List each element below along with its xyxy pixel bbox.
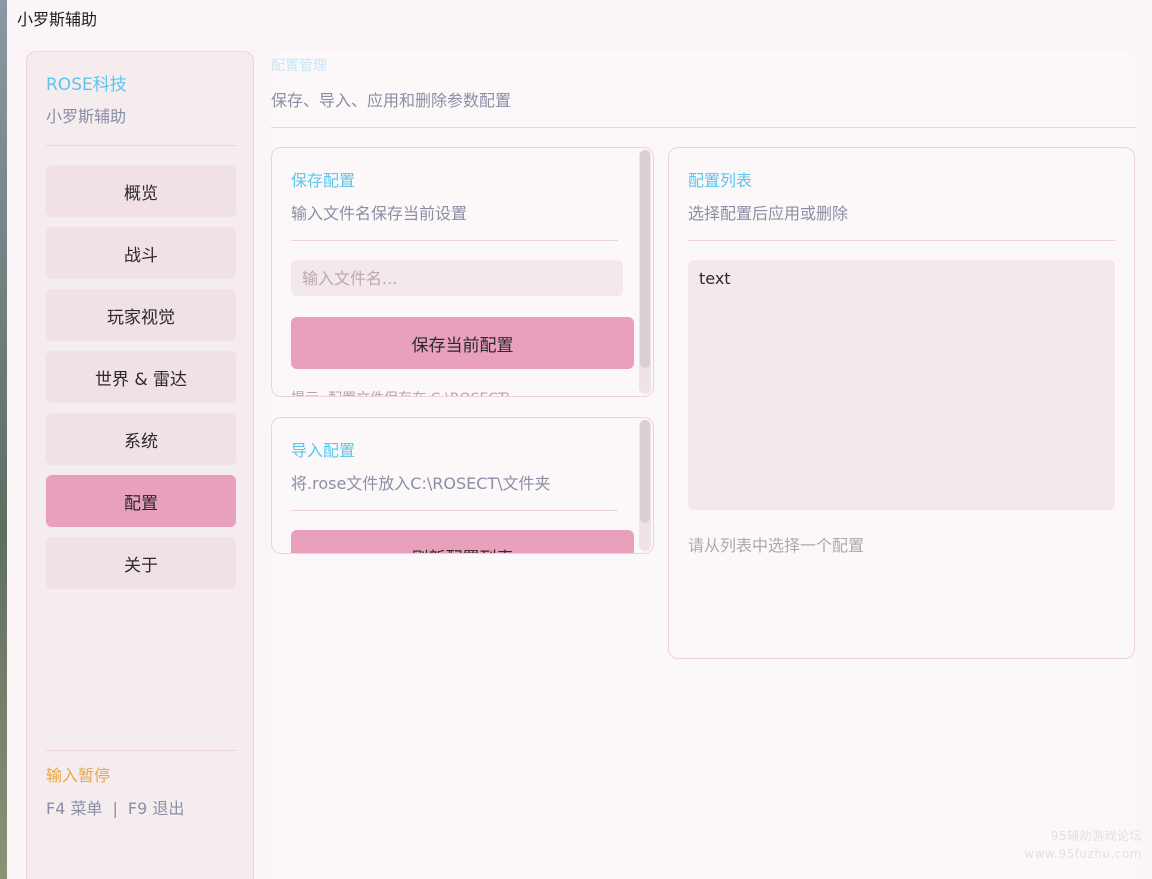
- brand-subtitle: 小罗斯辅助: [46, 107, 127, 126]
- filename-input[interactable]: [291, 260, 623, 296]
- card-divider: [291, 510, 618, 511]
- nav-combat[interactable]: 战斗: [46, 227, 236, 279]
- import-card-scrollbar[interactable]: [639, 420, 651, 551]
- save-config-subtitle: 输入文件名保存当前设置: [291, 204, 468, 223]
- config-list-card: 配置列表 选择配置后应用或删除 text 请从列表中选择一个配置: [668, 147, 1135, 659]
- title-bar[interactable]: 小罗斯辅助: [7, 0, 1152, 34]
- shortcut-hints: F4 菜单 | F9 退出: [46, 795, 184, 819]
- save-config-card: 保存配置 输入文件名保存当前设置 保存当前配置 提示: 配置文件保存在 C:\R…: [271, 147, 654, 397]
- save-config-title: 保存配置: [291, 171, 356, 190]
- sidebar: ROSE科技 小罗斯辅助 概览 战斗 玩家视觉 世界 & 雷达 系统 配置 关于…: [26, 51, 254, 879]
- shortcut-exit: F9 退出: [127, 799, 185, 818]
- save-path-hint: 提示: 配置文件保存在 C:\ROSECT\: [291, 388, 511, 396]
- watermark-line1: 95辅助游戏论坛: [1050, 829, 1142, 843]
- brand-name: ROSE科技: [46, 75, 127, 95]
- window-title: 小罗斯辅助: [17, 10, 98, 29]
- save-current-config-button[interactable]: 保存当前配置: [291, 317, 634, 369]
- sidebar-footer-divider: [46, 750, 236, 751]
- watermark-line2: www.95fuzhu.com: [1024, 847, 1142, 861]
- nav-config[interactable]: 配置: [46, 475, 236, 527]
- page-divider: [271, 127, 1136, 128]
- import-config-subtitle: 将.rose文件放入C:\ROSECT\文件夹: [291, 474, 551, 493]
- shortcut-menu: F4 菜单: [46, 799, 103, 818]
- list-item[interactable]: text: [699, 269, 731, 288]
- page-title: 配置管理: [271, 58, 327, 74]
- nav-system[interactable]: 系统: [46, 413, 236, 465]
- main-panel: 配置管理 保存、导入、应用和删除参数配置 保存配置 输入文件名保存当前设置 保存…: [271, 51, 1136, 879]
- nav-about[interactable]: 关于: [46, 537, 236, 589]
- config-list-subtitle: 选择配置后应用或删除: [688, 204, 849, 223]
- nav-player-visuals[interactable]: 玩家视觉: [46, 289, 236, 341]
- card-divider: [688, 240, 1115, 241]
- config-list-title: 配置列表: [688, 171, 753, 190]
- app-window: 小罗斯辅助 ROSE科技 小罗斯辅助 概览 战斗 玩家视觉 世界 & 雷达 系统…: [7, 0, 1152, 879]
- config-listbox[interactable]: text: [688, 260, 1115, 510]
- config-selection-hint: 请从列表中选择一个配置: [688, 536, 865, 555]
- nav-world-radar[interactable]: 世界 & 雷达: [46, 351, 236, 403]
- scroll-thumb[interactable]: [640, 420, 650, 523]
- input-pause-status: 输入暂停: [46, 766, 111, 785]
- import-config-card: 导入配置 将.rose文件放入C:\ROSECT\文件夹 刷新配置列表: [271, 417, 654, 554]
- scroll-thumb[interactable]: [640, 150, 650, 368]
- nav-overview[interactable]: 概览: [46, 165, 236, 217]
- page-subtitle: 保存、导入、应用和删除参数配置: [271, 91, 512, 110]
- save-card-scrollbar[interactable]: [639, 150, 651, 394]
- card-divider: [291, 240, 618, 241]
- watermark: 95辅助游戏论坛 www.95fuzhu.com: [1024, 827, 1142, 863]
- sidebar-divider: [46, 145, 236, 146]
- import-config-title: 导入配置: [291, 441, 356, 460]
- refresh-config-list-button[interactable]: 刷新配置列表: [291, 530, 634, 553]
- shortcut-separator: |: [112, 799, 118, 818]
